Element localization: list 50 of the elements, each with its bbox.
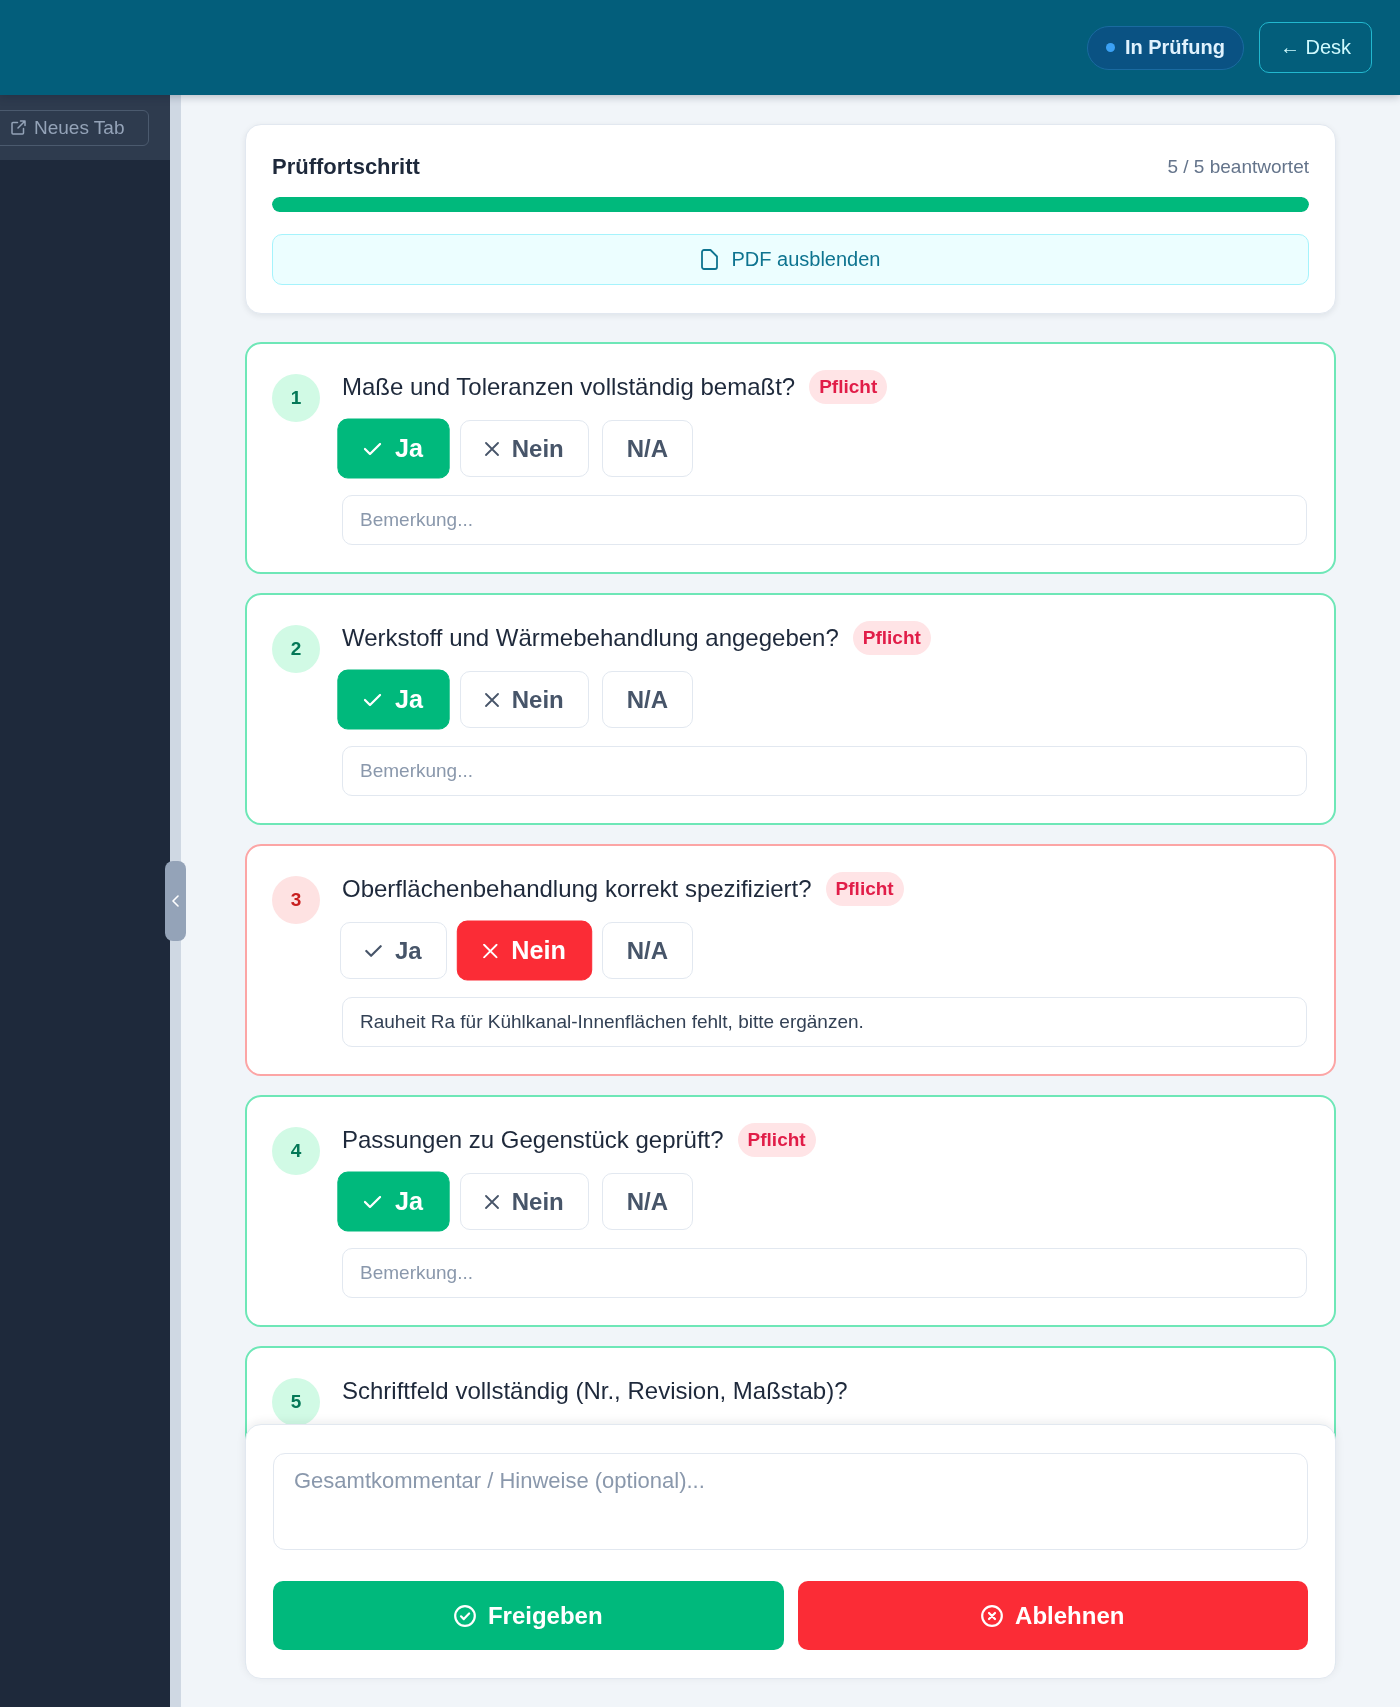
- close-icon: [484, 1194, 499, 1209]
- answer-option[interactable]: Nein: [459, 420, 589, 477]
- comment-field[interactable]: Gesamtkommentar / Hinweise (optional)...: [273, 1453, 1308, 1550]
- remark-field[interactable]: Rauheit Ra für Kühlkanal-Innenflächen fehlt, bitte ergänzen.: [342, 997, 1307, 1047]
- required-badge: Pflicht: [852, 621, 931, 655]
- answer-option[interactable]: Nein: [459, 671, 589, 728]
- close-icon: [484, 692, 499, 707]
- answer-option[interactable]: Nein: [456, 920, 592, 981]
- check-icon: [363, 1195, 382, 1208]
- check-icon: [363, 442, 382, 455]
- required-badge: Pflicht: [825, 872, 904, 906]
- answer-option[interactable]: Nein: [459, 1173, 589, 1230]
- answer-option[interactable]: N/A: [601, 671, 694, 728]
- question-number: 1: [272, 374, 320, 422]
- x-circle-icon: [981, 1604, 1004, 1627]
- question-text: Maße und Toleranzen vollständig bemaßt?: [342, 373, 796, 401]
- required-badge: Pflicht: [737, 1123, 816, 1157]
- pdf-toggle-button[interactable]: PDF ausblenden: [272, 234, 1309, 285]
- close-icon: [482, 943, 498, 958]
- progress-title: Prüffortschritt: [272, 154, 420, 180]
- check-icon: [363, 693, 382, 706]
- question-number: 5: [272, 1378, 320, 1426]
- check-icon: [365, 944, 382, 957]
- answer-option[interactable]: N/A: [601, 1173, 694, 1230]
- back-button[interactable]: ← Desk: [1258, 22, 1372, 73]
- file-icon: [700, 249, 718, 270]
- new-tab-button[interactable]: Neues Tab: [0, 109, 149, 146]
- status-label: In Prüfung: [1124, 36, 1225, 59]
- question-text: Oberflächenbehandlung korrekt spezifiziert?: [342, 875, 812, 903]
- reject-button[interactable]: Ablehnen: [797, 1581, 1308, 1650]
- question-text: Schriftfeld vollständig (Nr., Revision, Maßstab)?: [342, 1377, 848, 1405]
- close-icon: [484, 441, 499, 456]
- question-number: 4: [272, 1127, 320, 1175]
- question-text: Passungen zu Gegenstück geprüft?: [342, 1126, 724, 1154]
- answer-option[interactable]: Ja: [340, 922, 447, 979]
- answer-option[interactable]: N/A: [601, 922, 694, 979]
- check-circle-icon: [453, 1604, 476, 1627]
- remark-field[interactable]: Bemerkung...: [342, 1248, 1307, 1298]
- collapse-handle[interactable]: [165, 861, 186, 941]
- chevron-left-icon: [172, 895, 179, 907]
- question-number: 3: [272, 876, 320, 924]
- status-dot-icon: [1105, 43, 1115, 52]
- external-link-icon: [11, 120, 26, 135]
- required-badge: Pflicht: [809, 370, 888, 404]
- remark-field[interactable]: Bemerkung...: [342, 495, 1307, 545]
- question-text: Werkstoff und Wärmebehandlung angegeben?: [342, 624, 839, 652]
- question-number: 2: [272, 625, 320, 673]
- answer-option[interactable]: N/A: [601, 420, 694, 477]
- remark-field[interactable]: Bemerkung...: [342, 746, 1307, 796]
- progress-count: 5 / 5 beantwortet: [1167, 156, 1309, 178]
